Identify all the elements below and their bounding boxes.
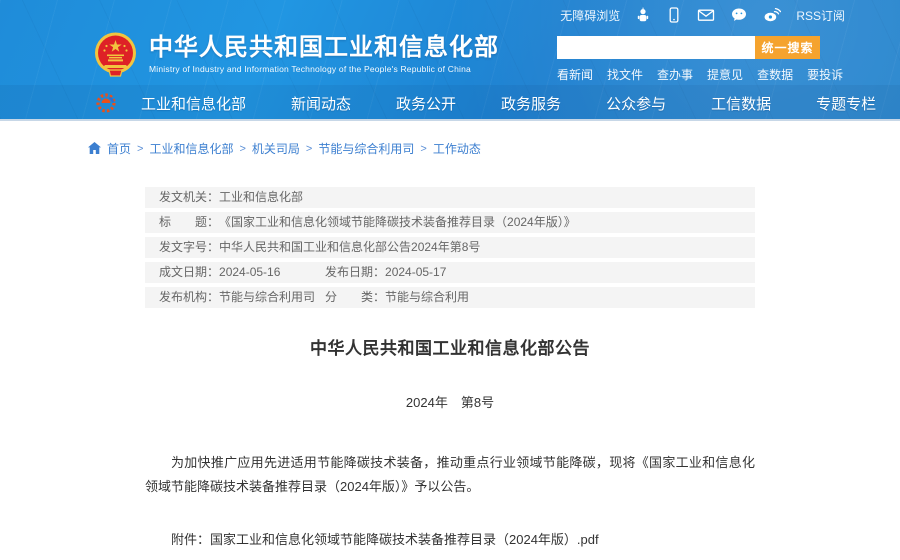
breadcrumb-separator: > xyxy=(239,143,245,155)
meta-cell: 发文机关： 工业和信息化部 xyxy=(159,190,303,205)
quick-link-files[interactable]: 找文件 xyxy=(607,66,643,83)
quick-link-data[interactable]: 查数据 xyxy=(757,66,793,83)
meta-cell-category: 分 类： 节能与综合利用 xyxy=(325,290,469,305)
nav-item-miit[interactable]: 工业和信息化部 xyxy=(141,93,246,114)
quick-link-news[interactable]: 看新闻 xyxy=(557,66,593,83)
meta-label: 发布机构： xyxy=(159,290,219,305)
quick-links: 看新闻 找文件 查办事 提意见 查数据 要投诉 xyxy=(557,66,822,83)
page: 无障碍浏览 RSS订阅 xyxy=(0,0,900,560)
meta-row-publisher-category: 发布机构： 节能与综合利用司 分 类： 节能与综合利用 xyxy=(145,287,755,308)
rss-link[interactable]: RSS订阅 xyxy=(796,7,845,24)
main-nav: 工业和信息化部 新闻动态 政务公开 政务服务 公众参与 工信数据 专题专栏 xyxy=(0,85,900,121)
meta-cell-written-date: 成文日期： 2024-05-16 xyxy=(159,265,325,280)
nav-item-gov-disclosure[interactable]: 政务公开 xyxy=(396,93,456,114)
announcement-issue-number: 2024年 第8号 xyxy=(145,392,755,411)
meta-value: 2024-05-17 xyxy=(385,265,446,280)
breadcrumb-miit[interactable]: 工业和信息化部 xyxy=(149,140,233,157)
breadcrumb: 首页 > 工业和信息化部 > 机关司局 > 节能与综合利用司 > 工作动态 xyxy=(0,121,900,157)
accessibility-link[interactable]: 无障碍浏览 xyxy=(560,7,620,24)
site-header: 无障碍浏览 RSS订阅 xyxy=(0,0,900,121)
breadcrumb-home[interactable]: 首页 xyxy=(107,140,131,157)
meta-value: 工业和信息化部 xyxy=(219,190,303,205)
home-icon[interactable] xyxy=(88,143,101,154)
attachment-pdf-link[interactable]: 附件：国家工业和信息化领域节能降碳技术装备推荐目录（2024年版）.pdf xyxy=(145,529,755,548)
search-input[interactable] xyxy=(557,36,755,59)
meta-cell: 发文字号： 中华人民共和国工业和信息化部公告2024年第8号 xyxy=(159,240,480,255)
announcement-title: 中华人民共和国工业和信息化部公告 xyxy=(145,334,755,359)
meta-value: 《国家工业和信息化领域节能降碳技术装备推荐目录（2024年版）》 xyxy=(219,215,576,230)
document-content: 发文机关： 工业和信息化部 标 题： 《国家工业和信息化领域节能降碳技术装备推荐… xyxy=(145,187,755,560)
brand-text: 中华人民共和国工业和信息化部 Ministry of Industry and … xyxy=(149,35,499,74)
meta-row-issuing-authority: 发文机关： 工业和信息化部 xyxy=(145,187,755,208)
breadcrumb-separator: > xyxy=(420,143,426,155)
meta-value: 节能与综合利用 xyxy=(385,290,469,305)
quick-link-feedback[interactable]: 提意见 xyxy=(707,66,743,83)
meta-label: 发布日期： xyxy=(325,265,385,280)
nav-item-industry-data[interactable]: 工信数据 xyxy=(711,93,771,114)
miit-gear-logo-icon xyxy=(95,92,117,114)
nav-item-special-topics[interactable]: 专题专栏 xyxy=(816,93,876,114)
meta-cell-publish-date: 发布日期： 2024-05-17 xyxy=(325,265,446,280)
meta-row-title: 标 题： 《国家工业和信息化领域节能降碳技术装备推荐目录（2024年版）》 xyxy=(145,212,755,233)
search-button[interactable]: 统一搜索 xyxy=(755,36,820,59)
breadcrumb-departments[interactable]: 机关司局 xyxy=(252,140,300,157)
quick-link-complaint[interactable]: 要投诉 xyxy=(807,66,843,83)
meta-label: 标 题： xyxy=(159,215,219,230)
meta-cell: 标 题： 《国家工业和信息化领域节能降碳技术装备推荐目录（2024年版）》 xyxy=(159,215,576,230)
meta-value: 节能与综合利用司 xyxy=(219,290,315,305)
national-emblem-icon xyxy=(93,29,138,79)
meta-label: 发文机关： xyxy=(159,190,219,205)
breadcrumb-separator: > xyxy=(137,143,143,155)
meta-label: 分 类： xyxy=(325,290,385,305)
search-area: 统一搜索 看新闻 找文件 查办事 提意见 查数据 要投诉 xyxy=(557,36,822,83)
meta-label: 发文字号： xyxy=(159,240,219,255)
nav-item-public-participation[interactable]: 公众参与 xyxy=(606,93,666,114)
breadcrumb-separator: > xyxy=(306,143,312,155)
document-meta-table: 发文机关： 工业和信息化部 标 题： 《国家工业和信息化领域节能降碳技术装备推荐… xyxy=(145,187,755,308)
meta-cell-publisher: 发布机构： 节能与综合利用司 xyxy=(159,290,325,305)
topbar: 无障碍浏览 RSS订阅 xyxy=(0,0,900,30)
robot-mascot-icon[interactable] xyxy=(635,7,651,23)
meta-value: 2024-05-16 xyxy=(219,265,280,280)
weibo-icon[interactable] xyxy=(763,7,781,23)
quick-link-services[interactable]: 查办事 xyxy=(657,66,693,83)
breadcrumb-energy-dept[interactable]: 节能与综合利用司 xyxy=(318,140,414,157)
announcement-body: 为加快推广应用先进适用节能降碳技术装备，推动重点行业领域节能降碳，现将《国家工业… xyxy=(145,451,755,499)
meta-row-document-number: 发文字号： 中华人民共和国工业和信息化部公告2024年第8号 xyxy=(145,237,755,258)
nav-item-news[interactable]: 新闻动态 xyxy=(291,93,351,114)
site-title-en: Ministry of Industry and Information Tec… xyxy=(149,64,499,74)
mobile-icon[interactable] xyxy=(666,7,682,23)
mail-icon[interactable] xyxy=(697,7,715,23)
nav-item-gov-services[interactable]: 政务服务 xyxy=(501,93,561,114)
breadcrumb-work-updates[interactable]: 工作动态 xyxy=(433,140,481,157)
meta-row-dates: 成文日期： 2024-05-16 发布日期： 2024-05-17 xyxy=(145,262,755,283)
meta-value: 中华人民共和国工业和信息化部公告2024年第8号 xyxy=(219,240,480,255)
wechat-icon[interactable] xyxy=(730,7,748,23)
site-title: 中华人民共和国工业和信息化部 xyxy=(149,35,499,61)
brand-home-link[interactable]: 中华人民共和国工业和信息化部 Ministry of Industry and … xyxy=(93,29,499,79)
meta-label: 成文日期： xyxy=(159,265,219,280)
